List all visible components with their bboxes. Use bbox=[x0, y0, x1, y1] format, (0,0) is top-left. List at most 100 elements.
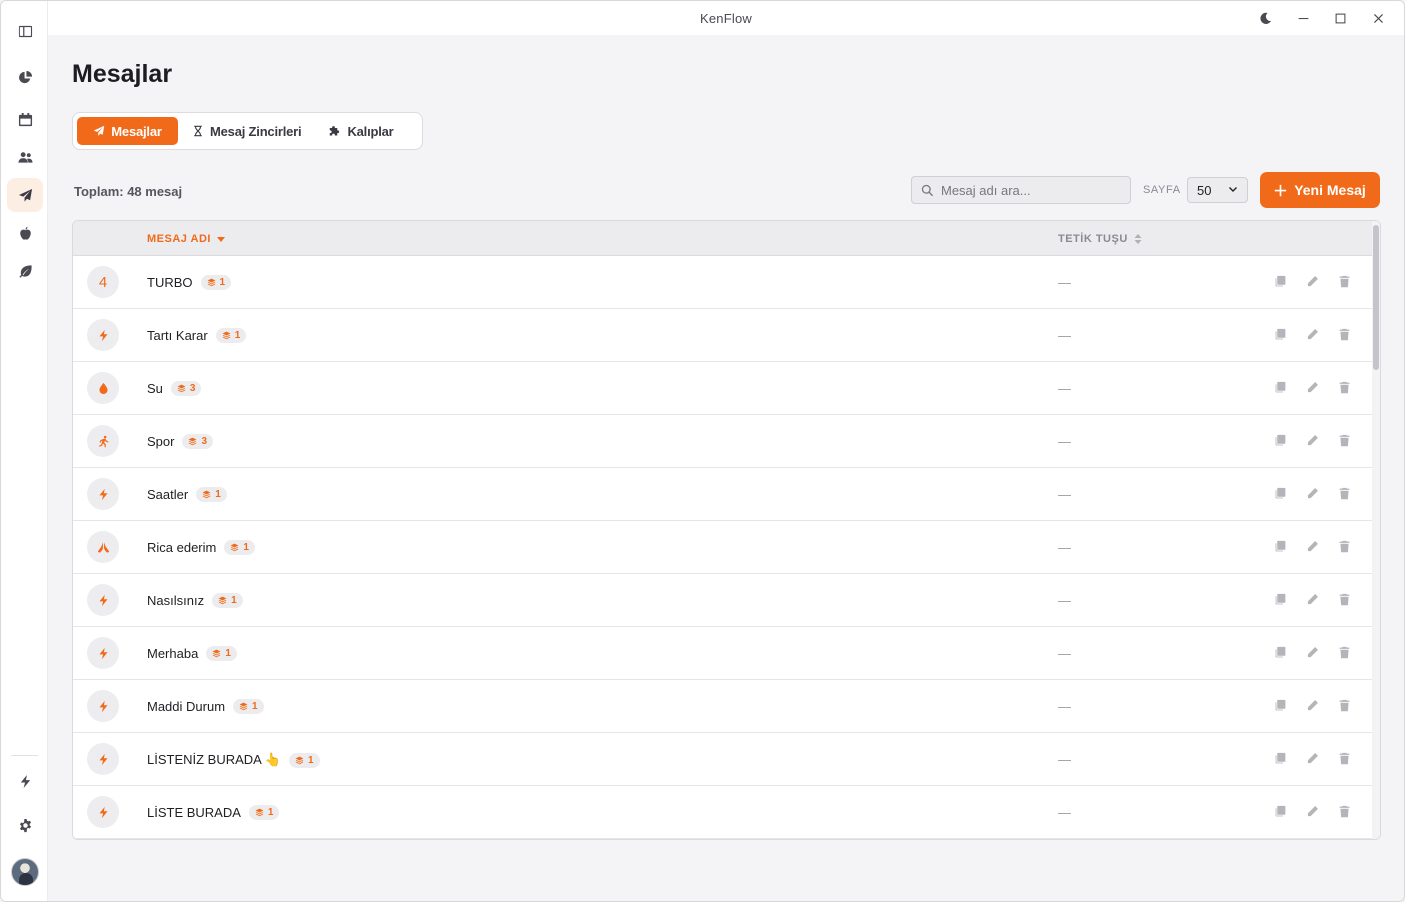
delete-button[interactable] bbox=[1337, 274, 1351, 288]
message-name-cell[interactable]: Spor 3 bbox=[147, 434, 214, 449]
sidebar-item-dashboard[interactable] bbox=[7, 60, 43, 94]
duplicate-button[interactable] bbox=[1273, 539, 1287, 553]
close-icon bbox=[1373, 13, 1383, 23]
tab-message-chains[interactable]: Mesaj Zincirleri bbox=[178, 117, 315, 145]
copy-icon bbox=[1275, 752, 1285, 763]
edit-button[interactable] bbox=[1305, 327, 1319, 341]
message-icon bbox=[87, 372, 119, 404]
delete-button[interactable] bbox=[1337, 804, 1351, 818]
page-size-select[interactable]: 50 bbox=[1187, 177, 1248, 203]
delete-button[interactable] bbox=[1337, 433, 1351, 447]
edit-button[interactable] bbox=[1305, 698, 1319, 712]
duplicate-button[interactable] bbox=[1273, 380, 1287, 394]
table-row[interactable]: 4 TURBO 1 — bbox=[73, 256, 1373, 309]
close-button[interactable] bbox=[1365, 7, 1391, 29]
table-row[interactable]: LİSTENİZ BURADA 👆 1 — bbox=[73, 733, 1373, 786]
edit-button[interactable] bbox=[1305, 486, 1319, 500]
table-row[interactable]: Rica ederim 1 — bbox=[73, 521, 1373, 574]
layers-icon bbox=[212, 649, 221, 658]
delete-button[interactable] bbox=[1337, 698, 1351, 712]
layers-icon bbox=[177, 384, 186, 393]
table-row[interactable]: Su 3 — bbox=[73, 362, 1373, 415]
message-name-cell[interactable]: Nasılsınız 1 bbox=[147, 593, 243, 608]
edit-button[interactable] bbox=[1305, 592, 1319, 606]
tab-bar: Mesajlar Mesaj Zincirleri Kalıplar bbox=[72, 112, 423, 150]
table-row[interactable]: Nasılsınız 1 — bbox=[73, 574, 1373, 627]
tab-templates[interactable]: Kalıplar bbox=[315, 117, 407, 145]
table-row[interactable]: LİSTE BURADA 1 — bbox=[73, 786, 1373, 839]
duplicate-button[interactable] bbox=[1273, 751, 1287, 765]
table-row[interactable]: Spor 3 — bbox=[73, 415, 1373, 468]
tab-messages[interactable]: Mesajlar bbox=[77, 117, 178, 145]
column-header-trigger[interactable]: TETİK TUŞU bbox=[1058, 233, 1142, 245]
table-header: MESAJ ADI TETİK TUŞU bbox=[73, 221, 1373, 256]
table-row[interactable]: Merhaba 1 — bbox=[73, 627, 1373, 680]
total-count: Toplam: 48 mesaj bbox=[74, 184, 183, 199]
row-actions bbox=[1273, 380, 1351, 394]
table-scrollbar[interactable] bbox=[1372, 221, 1380, 839]
edit-button[interactable] bbox=[1305, 645, 1319, 659]
message-name-cell[interactable]: Maddi Durum 1 bbox=[147, 699, 264, 714]
delete-button[interactable] bbox=[1337, 751, 1351, 765]
bolt-icon bbox=[98, 329, 108, 341]
maximize-button[interactable] bbox=[1327, 7, 1353, 29]
column-header-name[interactable]: MESAJ ADI bbox=[147, 233, 225, 245]
scrollbar-thumb[interactable] bbox=[1373, 225, 1379, 370]
table-row[interactable]: Saatler 1 — bbox=[73, 468, 1373, 521]
duplicate-button[interactable] bbox=[1273, 592, 1287, 606]
sidebar-toggle-icon bbox=[18, 25, 32, 37]
avatar[interactable] bbox=[11, 858, 39, 886]
chart-pie-icon bbox=[18, 70, 32, 83]
message-name: Merhaba bbox=[147, 646, 199, 661]
sidebar-item-health[interactable] bbox=[7, 254, 43, 288]
delete-button[interactable] bbox=[1337, 645, 1351, 659]
message-name-cell[interactable]: Su 3 bbox=[147, 381, 202, 396]
edit-button[interactable] bbox=[1305, 804, 1319, 818]
sidebar-item-contacts[interactable] bbox=[7, 140, 43, 174]
delete-button[interactable] bbox=[1337, 380, 1351, 394]
message-name-cell[interactable]: Tartı Karar 1 bbox=[147, 328, 247, 343]
edit-button[interactable] bbox=[1305, 539, 1319, 553]
duplicate-button[interactable] bbox=[1273, 433, 1287, 447]
sidebar-item-automation[interactable] bbox=[7, 764, 43, 798]
search-input[interactable] bbox=[941, 182, 1121, 198]
duplicate-button[interactable] bbox=[1273, 274, 1287, 288]
message-name-cell[interactable]: Merhaba 1 bbox=[147, 646, 237, 661]
edit-button[interactable] bbox=[1305, 274, 1319, 288]
sidebar-item-calendar[interactable] bbox=[7, 102, 43, 136]
message-name-cell[interactable]: LİSTENİZ BURADA 👆 1 bbox=[147, 752, 320, 768]
message-name: Nasılsınız bbox=[147, 593, 205, 608]
table-row[interactable]: Tartı Karar 1 — bbox=[73, 309, 1373, 362]
delete-button[interactable] bbox=[1337, 486, 1351, 500]
new-message-button[interactable]: Yeni Mesaj bbox=[1260, 172, 1380, 208]
delete-button[interactable] bbox=[1337, 592, 1351, 606]
page-size-label: SAYFA bbox=[1143, 184, 1181, 196]
duplicate-button[interactable] bbox=[1273, 645, 1287, 659]
delete-button[interactable] bbox=[1337, 539, 1351, 553]
sidebar-item-settings[interactable] bbox=[7, 808, 43, 842]
table-row[interactable]: Maddi Durum 1 — bbox=[73, 680, 1373, 733]
sidebar-toggle-button[interactable] bbox=[7, 14, 43, 48]
message-name-cell[interactable]: LİSTE BURADA 1 bbox=[147, 805, 280, 820]
message-name-cell[interactable]: Rica ederim 1 bbox=[147, 540, 255, 555]
trigger-key: — bbox=[1058, 593, 1071, 608]
message-name: Saatler bbox=[147, 487, 189, 502]
message-name-cell[interactable]: Saatler 1 bbox=[147, 487, 227, 502]
message-name-cell[interactable]: TURBO 1 bbox=[147, 275, 232, 290]
message-icon bbox=[87, 796, 119, 828]
edit-button[interactable] bbox=[1305, 751, 1319, 765]
edit-button[interactable] bbox=[1305, 433, 1319, 447]
apple-icon bbox=[19, 226, 31, 240]
sidebar-item-nutrition[interactable] bbox=[7, 216, 43, 250]
sidebar-item-messages[interactable] bbox=[7, 178, 43, 212]
delete-button[interactable] bbox=[1337, 327, 1351, 341]
minimize-button[interactable] bbox=[1290, 7, 1316, 29]
duplicate-button[interactable] bbox=[1273, 486, 1287, 500]
duplicate-button[interactable] bbox=[1273, 804, 1287, 818]
duplicate-button[interactable] bbox=[1273, 698, 1287, 712]
duplicate-button[interactable] bbox=[1273, 327, 1287, 341]
dark-mode-toggle[interactable] bbox=[1252, 7, 1278, 29]
bolt-icon bbox=[20, 774, 30, 788]
message-name: Rica ederim bbox=[147, 540, 217, 555]
edit-button[interactable] bbox=[1305, 380, 1319, 394]
